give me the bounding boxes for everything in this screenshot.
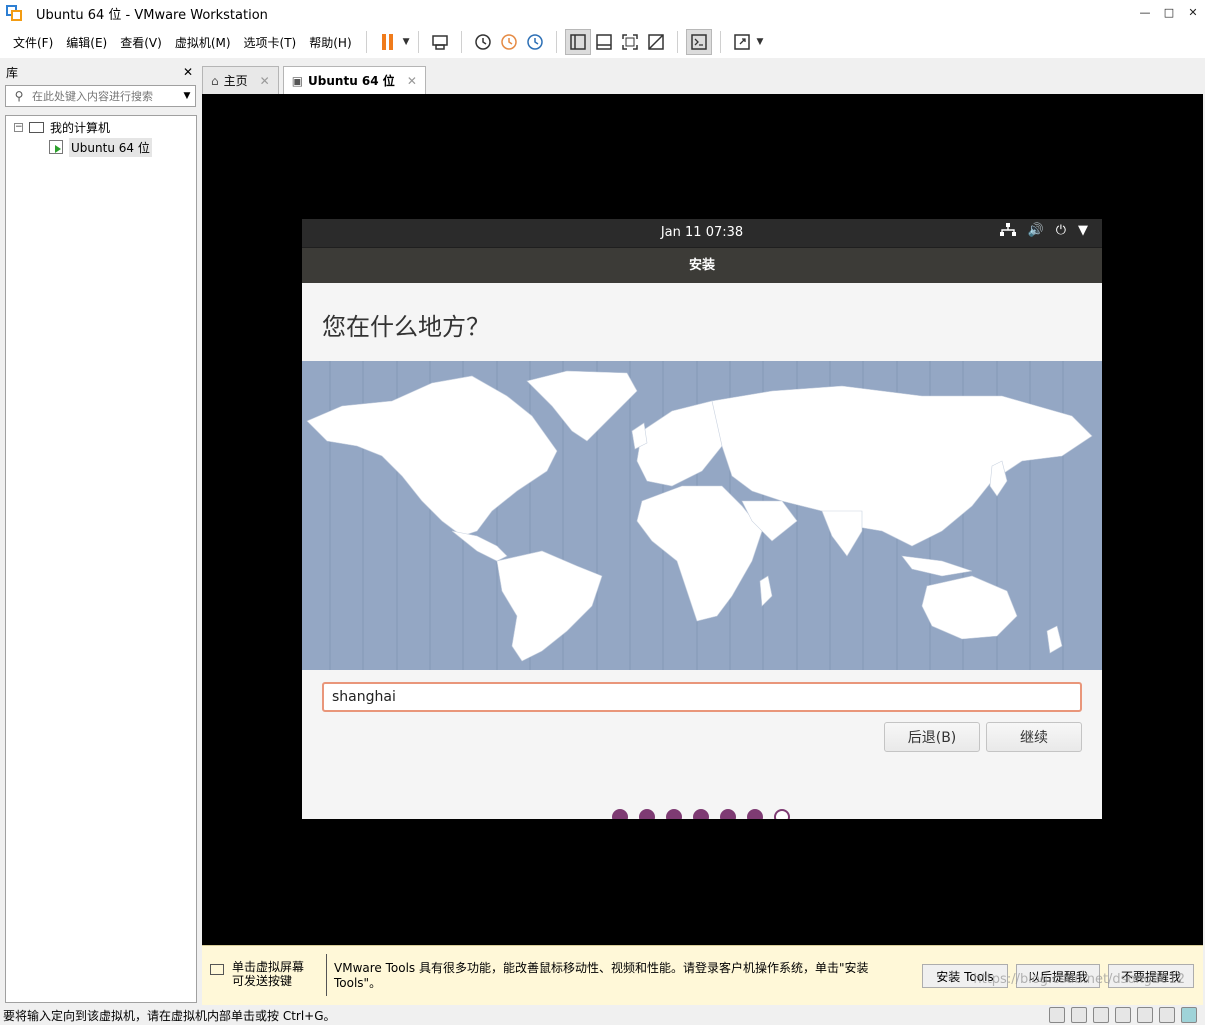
tab-label: Ubuntu 64 位 [308, 74, 395, 88]
tab-strip: ⌂ 主页 ✕ ▣ Ubuntu 64 位 ✕ [202, 66, 430, 94]
stretch-view-button[interactable] [729, 29, 755, 55]
collapse-icon[interactable]: − [14, 122, 23, 132]
progress-dots [612, 809, 790, 819]
progress-dot-complete [666, 809, 682, 819]
thumbnail-layout-icon [595, 34, 612, 50]
system-menu-dropdown-icon[interactable]: ▼ [1078, 223, 1088, 241]
gnome-top-bar: Jan 11 07:38 🔊 ⏻ ▼ [302, 219, 1102, 247]
computer-icon [29, 121, 44, 133]
console-view-button[interactable] [685, 29, 712, 55]
snapshot-manager-button[interactable] [522, 29, 548, 55]
back-button[interactable]: 后退(B) [884, 722, 980, 752]
full-screen-button[interactable] [617, 29, 643, 55]
menu-file[interactable]: 文件(F) [7, 34, 59, 51]
menu-help[interactable]: 帮助(H) [303, 34, 357, 51]
progress-dot-complete [747, 809, 763, 819]
power-icon[interactable]: ⏻ [1056, 223, 1066, 241]
progress-dot-complete [639, 809, 655, 819]
tab-ubuntu[interactable]: ▣ Ubuntu 64 位 ✕ [282, 66, 426, 94]
revert-snapshot-icon [500, 34, 517, 50]
network-icon[interactable] [999, 223, 1016, 241]
show-thumbnail-button[interactable] [591, 29, 617, 55]
vm-status-icon[interactable] [1181, 1007, 1197, 1023]
library-tree: − 我的计算机 Ubuntu 64 位 [5, 115, 197, 1003]
watermark: https://blog.csdn.net/dsong2012 [973, 972, 1185, 987]
search-dropdown-icon[interactable]: ▼ [179, 91, 195, 101]
tree-item-ubuntu[interactable]: Ubuntu 64 位 [49, 137, 152, 157]
vmware-logo-icon [6, 5, 22, 21]
ubuntu-installer-window: Jan 11 07:38 🔊 ⏻ ▼ 安装 您在什么地方？ shanghai 后… [302, 219, 1102, 819]
progress-dot-complete [720, 809, 736, 819]
installer-title: 安装 [302, 247, 1102, 283]
library-layout-icon [569, 34, 586, 50]
console-icon [690, 34, 707, 50]
minimize-button[interactable]: — [1133, 0, 1157, 24]
library-search-input[interactable] [32, 89, 179, 103]
tree-item-my-computer[interactable]: − 我的计算机 [14, 118, 110, 136]
keyboard-icon [210, 964, 224, 975]
window-title: Ubuntu 64 位 - VMware Workstation [36, 7, 268, 23]
snapshot-button[interactable] [470, 29, 496, 55]
status-bar: 要将输入定向到该虚拟机，请在虚拟机内部单击或按 Ctrl+G。 [0, 1005, 1205, 1025]
status-text: 要将输入定向到该虚拟机，请在虚拟机内部单击或按 Ctrl+G。 [3, 1008, 336, 1023]
sound-status-icon[interactable] [1137, 1007, 1153, 1023]
home-icon: ⌂ [211, 73, 219, 88]
search-icon: ⚲ [14, 89, 24, 103]
vm-running-icon [49, 140, 63, 154]
send-ctrl-alt-del-button[interactable] [427, 29, 453, 55]
full-screen-icon [621, 34, 638, 50]
show-library-button[interactable] [564, 29, 591, 55]
tab-close-icon[interactable]: ✕ [260, 74, 270, 88]
notice-message: VMware Tools 具有很多功能，能改善鼠标移动性、视频和性能。请登录客户… [334, 961, 869, 990]
menu-vm[interactable]: 虚拟机(M) [169, 34, 237, 51]
library-title: 库 [6, 65, 19, 80]
tab-home[interactable]: ⌂ 主页 ✕ [202, 66, 279, 94]
library-close-button[interactable]: ✕ [183, 65, 193, 79]
clock[interactable]: Jan 11 07:38 [302, 225, 1102, 240]
display-status-icon[interactable] [1159, 1007, 1175, 1023]
usb-status-icon[interactable] [1115, 1007, 1131, 1023]
tree-label: 我的计算机 [50, 120, 111, 135]
revert-snapshot-button[interactable] [496, 29, 522, 55]
unity-mode-button[interactable] [643, 29, 669, 55]
pause-icon [382, 34, 394, 50]
vm-screen[interactable]: Jan 11 07:38 🔊 ⏻ ▼ 安装 您在什么地方？ shanghai 后… [202, 94, 1203, 945]
library-panel: 库 ✕ ⚲ ▼ − 我的计算机 Ubuntu 64 位 [0, 60, 199, 1005]
maximize-button[interactable]: □ [1157, 0, 1181, 24]
progress-dot-current [774, 809, 790, 819]
menu-view[interactable]: 查看(V) [114, 34, 168, 51]
click-to-send-keys-hint: 单击虚拟屏幕 可发送按键 [232, 960, 305, 988]
snapshot-manager-icon [526, 34, 543, 50]
progress-dot-complete [693, 809, 709, 819]
menu-tabs[interactable]: 选项卡(T) [238, 34, 303, 51]
location-input[interactable] [322, 682, 1082, 712]
stretch-icon [733, 34, 750, 50]
tab-close-icon[interactable]: ✕ [407, 74, 417, 88]
cdrom-status-icon[interactable] [1071, 1007, 1087, 1023]
stretch-dropdown-icon[interactable]: ▼ [757, 37, 764, 47]
vm-tab-icon: ▣ [291, 73, 304, 88]
pause-button[interactable] [375, 29, 401, 55]
tree-label: Ubuntu 64 位 [69, 137, 152, 157]
send-keys-icon [431, 35, 448, 50]
title-bar: Ubuntu 64 位 - VMware Workstation — □ ✕ [0, 0, 1205, 26]
menu-toolbar: 文件(F) 编辑(E) 查看(V) 虚拟机(M) 选项卡(T) 帮助(H) ▼ … [0, 26, 1205, 58]
volume-icon[interactable]: 🔊 [1028, 223, 1044, 241]
unity-icon [647, 34, 664, 50]
page-title: 您在什么地方？ [322, 313, 490, 341]
timezone-world-map[interactable] [302, 361, 1102, 670]
close-window-button[interactable]: ✕ [1181, 0, 1205, 24]
progress-dot-complete [612, 809, 628, 819]
tab-label: 主页 [223, 74, 248, 88]
snapshot-clock-icon [474, 34, 491, 50]
library-search[interactable]: ⚲ ▼ [5, 85, 196, 107]
menu-edit[interactable]: 编辑(E) [60, 34, 113, 51]
continue-button[interactable]: 继续 [986, 722, 1082, 752]
pause-dropdown-icon[interactable]: ▼ [403, 37, 410, 47]
hdd-status-icon[interactable] [1049, 1007, 1065, 1023]
network-status-icon[interactable] [1093, 1007, 1109, 1023]
